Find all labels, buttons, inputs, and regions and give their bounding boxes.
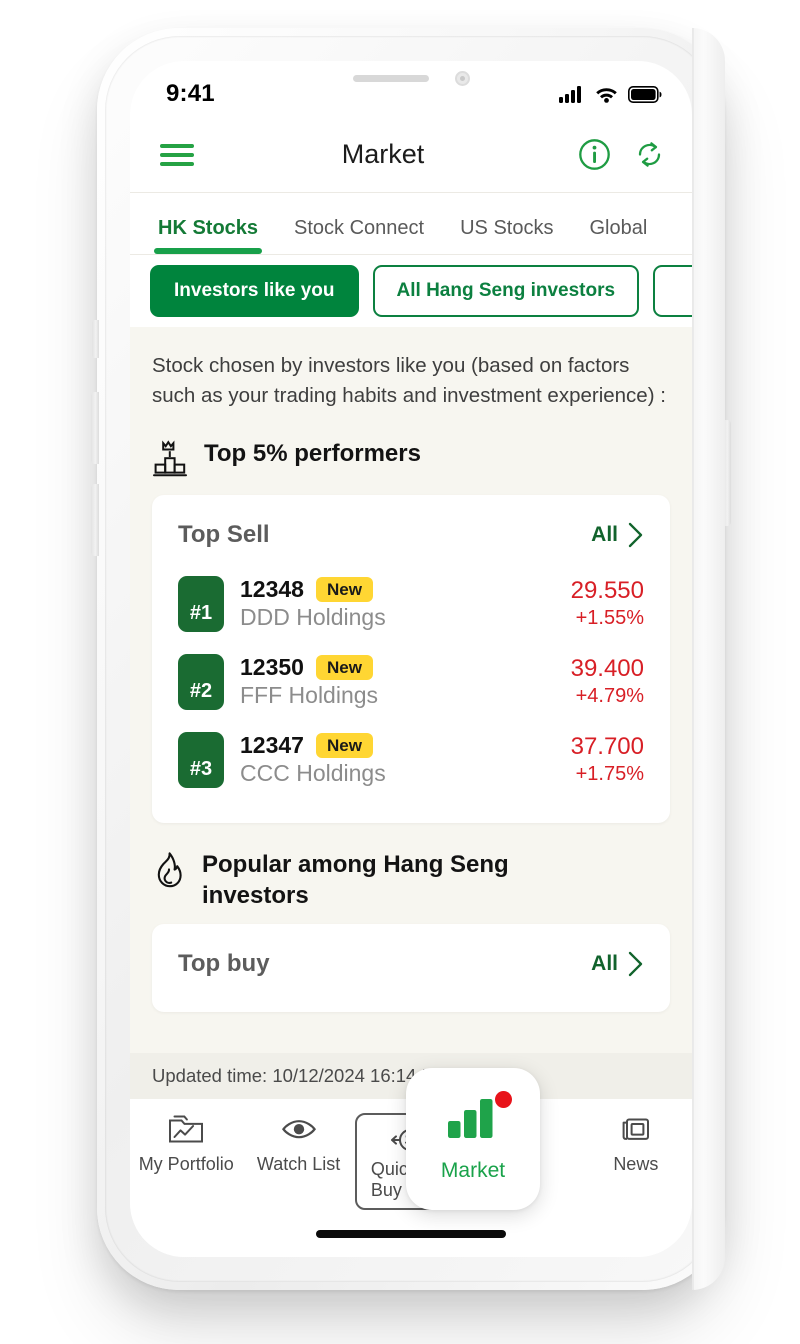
folder-chart-icon — [169, 1115, 204, 1143]
chevron-right-icon — [628, 522, 643, 547]
stock-info: 12348 New DDD Holdings — [240, 576, 571, 631]
top-sell-card-header: Top Sell All — [152, 495, 670, 565]
view-all-label: All — [591, 952, 618, 975]
newspaper-icon — [622, 1118, 649, 1140]
stock-price: 29.550 — [570, 576, 644, 604]
mute-switch-button[interactable] — [92, 320, 99, 358]
top-sell-card: Top Sell All #1 12348 New DDD Holdings 2… — [152, 494, 670, 823]
tab-stock-connect[interactable]: Stock Connect — [276, 217, 442, 254]
stock-name: FFF Holdings — [240, 682, 379, 709]
section-header-top-performers: Top 5% performers — [130, 416, 692, 495]
stock-quote: 39.400 +4.79% — [570, 654, 644, 708]
cellular-signal-icon — [559, 86, 581, 103]
screenshot-stage: 9:41 Market HK Stocks Stock Connect US S… — [0, 0, 800, 1344]
status-time: 9:41 — [166, 80, 215, 107]
intro-description: Stock chosen by investors like you (base… — [152, 354, 666, 408]
chip-third-partial[interactable] — [653, 265, 692, 317]
status-icons — [559, 85, 662, 103]
stock-code: 12348 — [240, 576, 304, 603]
top-buy-card-header: Top buy All — [152, 924, 670, 994]
podium-crown-icon — [152, 440, 188, 483]
stock-change: +1.55% — [575, 606, 644, 629]
card-title-top-buy: Top buy — [178, 950, 270, 977]
bottom-navigation-bar: My Portfolio Watch List Quick Buy News M… — [130, 1068, 692, 1257]
top-buy-card: Top buy All — [152, 924, 670, 1012]
power-button[interactable] — [723, 420, 731, 526]
device-notch — [295, 61, 527, 96]
header-actions — [578, 138, 666, 171]
wifi-icon — [596, 88, 617, 103]
app-header: Market — [130, 117, 692, 193]
stock-name: DDD Holdings — [240, 604, 386, 631]
section-title-top-performers: Top 5% performers — [204, 439, 421, 467]
view-all-label: All — [591, 522, 618, 546]
volume-down-button[interactable] — [91, 484, 99, 556]
rank-badge: #2 — [178, 653, 224, 710]
main-content: Stock chosen by investors like you (base… — [130, 327, 692, 1099]
new-badge: New — [315, 655, 373, 681]
battery-icon — [628, 85, 662, 103]
stock-info: 12347 New CCC Holdings — [240, 732, 571, 787]
stock-quote: 37.700 +1.75% — [570, 732, 644, 786]
section-header-popular: Popular among Hang Seng investors — [130, 823, 692, 924]
top-sell-view-all-button[interactable]: All — [591, 522, 644, 548]
phone-screen: 9:41 Market HK Stocks Stock Connect US S… — [130, 61, 692, 1257]
stock-name: CCC Holdings — [240, 760, 386, 787]
rank-badge: #1 — [178, 575, 224, 632]
tab-global[interactable]: Global — [571, 217, 665, 254]
nav-item-my-portfolio[interactable]: My Portfolio — [130, 1113, 242, 1175]
refresh-sync-icon[interactable] — [633, 138, 666, 171]
rank-badge: #3 — [178, 731, 224, 788]
stock-change: +1.75% — [575, 762, 644, 785]
front-camera — [454, 71, 470, 86]
earpiece-speaker — [352, 75, 429, 82]
tab-us-stocks[interactable]: US Stocks — [442, 217, 571, 254]
stock-code: 12347 — [240, 732, 304, 759]
table-row[interactable]: #3 12347 New CCC Holdings 37.700 +1.75% — [178, 721, 644, 799]
chip-investors-like-you[interactable]: Investors like you — [150, 265, 359, 317]
nav-label: News — [613, 1154, 659, 1174]
new-badge: New — [315, 577, 373, 603]
market-tabs[interactable]: HK Stocks Stock Connect US Stocks Global — [130, 193, 692, 255]
new-badge: New — [315, 733, 373, 759]
tab-hk-stocks[interactable]: HK Stocks — [140, 217, 276, 254]
device-right-bezel-edge — [692, 28, 694, 1290]
info-circle-icon[interactable] — [578, 138, 611, 171]
home-indicator[interactable] — [316, 1230, 506, 1238]
stock-price: 39.400 — [570, 654, 644, 682]
nav-item-watch-list[interactable]: Watch List — [242, 1113, 354, 1175]
volume-up-button[interactable] — [91, 392, 99, 464]
top-buy-view-all-button[interactable]: All — [591, 951, 644, 977]
table-row[interactable]: #2 12350 New FFF Holdings 39.400 +4.79% — [178, 643, 644, 721]
nav-label: Market — [440, 1158, 506, 1182]
stock-info: 12350 New FFF Holdings — [240, 654, 571, 709]
flame-icon — [152, 851, 186, 894]
eye-icon — [281, 1120, 316, 1139]
stock-code: 12350 — [240, 654, 304, 681]
chevron-right-icon — [628, 951, 643, 977]
chip-all-hang-seng-investors[interactable]: All Hang Seng investors — [372, 265, 640, 317]
section-title-popular: Popular among Hang Seng investors — [202, 850, 509, 910]
filter-chip-row[interactable]: Investors like you All Hang Seng investo… — [130, 255, 692, 327]
nav-label: Watch List — [256, 1154, 341, 1174]
nav-item-market[interactable]: Market — [406, 1068, 540, 1210]
table-row[interactable]: #1 12348 New DDD Holdings 29.550 +1.55% — [178, 565, 644, 643]
card-title-top-sell: Top Sell — [178, 520, 270, 548]
bar-chart-icon — [448, 1098, 493, 1138]
notification-dot — [495, 1090, 512, 1108]
page-title: Market — [341, 139, 425, 169]
stock-price: 37.700 — [570, 732, 644, 760]
stock-quote: 29.550 +1.55% — [570, 576, 644, 630]
stock-change: +4.79% — [575, 684, 644, 707]
nav-item-news[interactable]: News — [580, 1113, 692, 1175]
top-sell-rows: #1 12348 New DDD Holdings 29.550 +1.55% — [152, 565, 670, 823]
nav-label: My Portfolio — [138, 1154, 234, 1174]
